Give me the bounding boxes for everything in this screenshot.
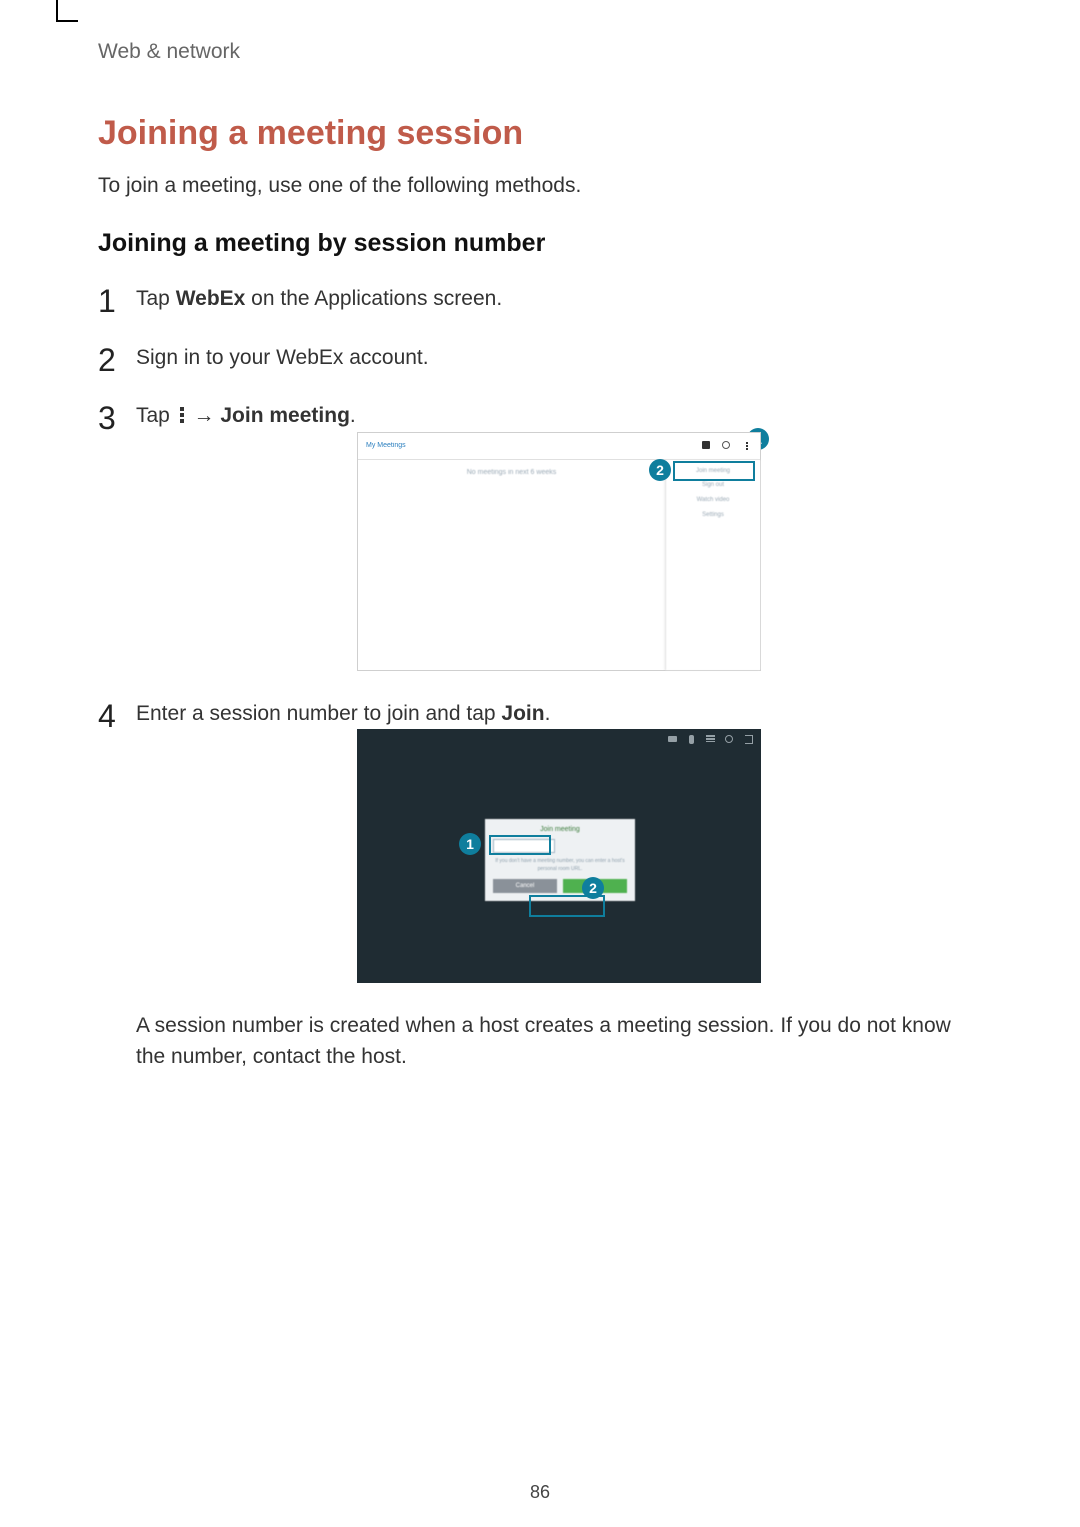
header-actions bbox=[702, 441, 752, 451]
intro-paragraph: To join a meeting, use one of the follow… bbox=[98, 171, 982, 201]
refresh-icon[interactable] bbox=[722, 441, 732, 451]
step-2: Sign in to your WebEx account. bbox=[98, 343, 982, 373]
page-number: 86 bbox=[0, 1482, 1080, 1503]
figure-join-dialog: Join meeting If you don't have a meeting… bbox=[357, 729, 761, 983]
menu-item-join[interactable]: Join meeting bbox=[672, 464, 754, 479]
step-3: Tap → Join meeting. 1 My Meetings bbox=[98, 401, 982, 670]
sub-heading: Joining a meeting by session number bbox=[98, 229, 982, 258]
mic-icon[interactable] bbox=[687, 735, 696, 744]
section-heading: Joining a meeting session bbox=[98, 114, 982, 153]
more-options-icon[interactable] bbox=[742, 441, 752, 451]
note-text: A session number is created when a host … bbox=[136, 1011, 982, 1072]
settings-icon[interactable] bbox=[725, 735, 734, 744]
manual-page: Web & network Joining a meeting session … bbox=[0, 0, 1080, 1527]
step-4: Enter a session number to join and tap J… bbox=[98, 699, 982, 1072]
app-body: No meetings in next 6 weeks Join meeting… bbox=[358, 460, 760, 670]
app-title: My Meetings bbox=[366, 441, 406, 451]
step-text: on the Applications screen. bbox=[245, 287, 502, 310]
step-bold: WebEx bbox=[176, 287, 246, 310]
arrow-text: → bbox=[188, 404, 221, 427]
session-number-input[interactable] bbox=[493, 839, 555, 853]
camera-icon[interactable] bbox=[668, 735, 677, 744]
breadcrumb: Web & network bbox=[98, 40, 982, 64]
empty-state-text: No meetings in next 6 weeks bbox=[358, 460, 665, 670]
callout-badge: 1 bbox=[459, 833, 481, 855]
callout-badge: 2 bbox=[649, 459, 671, 481]
app-header: My Meetings bbox=[358, 433, 760, 460]
menu-item-settings[interactable]: Settings bbox=[672, 508, 754, 523]
more-options-icon bbox=[178, 406, 186, 424]
dialog-title: Join meeting bbox=[493, 825, 627, 835]
step-text: . bbox=[350, 404, 356, 427]
step-text: Tap bbox=[136, 287, 176, 310]
step-text: . bbox=[545, 702, 551, 725]
menu-item-video[interactable]: Watch video bbox=[672, 493, 754, 508]
cancel-button[interactable]: Cancel bbox=[493, 879, 557, 893]
dropdown-menu: Join meeting Sign out Watch video Settin… bbox=[665, 460, 760, 670]
step-text: Enter a session number to join and tap bbox=[136, 702, 501, 725]
menu-item-signout[interactable]: Sign out bbox=[672, 478, 754, 493]
step-list: Tap WebEx on the Applications screen. Si… bbox=[98, 284, 982, 1072]
meeting-toolbar bbox=[668, 735, 753, 744]
step-1: Tap WebEx on the Applications screen. bbox=[98, 284, 982, 314]
crop-mark bbox=[56, 0, 58, 22]
app-window: My Meetings No meetings in next 6 weeks … bbox=[357, 432, 761, 671]
step-text: Tap bbox=[136, 404, 176, 427]
step-text: Sign in to your WebEx account. bbox=[136, 346, 429, 369]
dialog-help-text: If you don't have a meeting number, you … bbox=[493, 857, 627, 873]
leave-icon[interactable] bbox=[744, 735, 753, 744]
figure-my-meetings: 1 My Meetings No meetings in bbox=[357, 432, 761, 671]
schedule-icon[interactable] bbox=[702, 441, 712, 451]
step-bold: Join bbox=[501, 702, 544, 725]
step-bold: Join meeting bbox=[220, 404, 350, 427]
join-dialog: Join meeting If you don't have a meeting… bbox=[485, 819, 635, 901]
dialog-buttons: Cancel Join bbox=[493, 879, 627, 893]
participants-icon[interactable] bbox=[706, 735, 715, 744]
